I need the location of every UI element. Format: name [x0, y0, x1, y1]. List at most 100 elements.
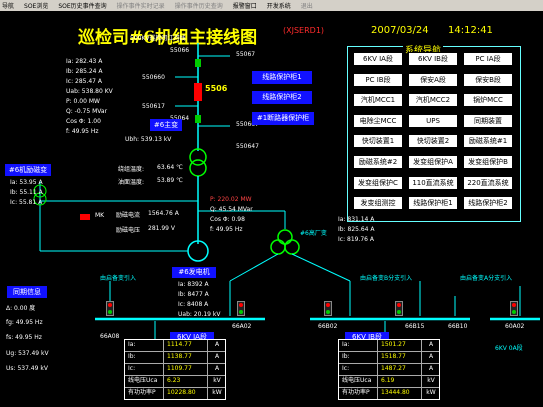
generator-uab: Uab: 20.19 kV — [178, 311, 221, 318]
diagram-canvas: 巡检司#6机组主接线图 (XJSERD1) 2007/03/24 14:12:4… — [0, 11, 543, 407]
mk-label: MK — [95, 212, 105, 219]
table-cell-key: Ib: — [342, 353, 350, 360]
switch-66a02-indicator[interactable] — [237, 301, 245, 316]
menu-item-navigate[interactable]: 导航 — [2, 1, 14, 10]
table-row: Ic: 1109.77 A — [125, 364, 225, 376]
table-cell-unit: kV — [421, 376, 437, 387]
table-cell-value: 13444.80 — [377, 388, 421, 399]
sync-info-title[interactable]: 同期信息 — [7, 286, 47, 298]
table-cell-unit: A — [421, 364, 437, 375]
switch-66b02-indicator[interactable] — [324, 301, 332, 316]
table-row: 有功功率P 10228.80 kW — [125, 388, 225, 399]
sync-us: Us: 537.49 kV — [6, 365, 48, 372]
nav-button[interactable]: 汽机MCC2 — [408, 93, 458, 108]
main-transformer-label[interactable]: #6主变 — [150, 119, 182, 131]
switch-550647: 550647 — [236, 143, 259, 150]
nav-button[interactable]: 发变组保护B — [463, 155, 513, 169]
breaker-protection-button[interactable]: #1断路器保护柜 — [252, 112, 314, 125]
table-cell-unit: A — [207, 364, 223, 375]
line-protection-1-button[interactable]: 线路保护柜1 — [252, 71, 312, 84]
nav-button[interactable]: 保安B段 — [463, 72, 513, 87]
menu-item-alarm-window[interactable]: 报警窗口 — [233, 1, 257, 10]
menu-item-soe-browse[interactable]: SOE浏览 — [24, 1, 48, 10]
excitation-ic: Ic: 55.81 A — [10, 199, 43, 206]
nav-button[interactable]: 110直流系统 — [408, 175, 458, 190]
switch-66a08-indicator[interactable] — [106, 301, 114, 316]
sync-fg: fg: 49.95 Hz — [6, 319, 43, 326]
excitation-ib: Ib: 55.11 A — [10, 189, 43, 196]
field-voltage-value: 281.99 V — [148, 225, 176, 232]
generator-q: Q: 45.54 MVar — [210, 206, 253, 213]
table-cell-value: 1518.77 — [377, 352, 421, 363]
field-voltage-label: 励磁电压 — [116, 227, 141, 234]
nav-button[interactable]: 锅炉MCC — [463, 93, 513, 108]
line-protection-2-button[interactable]: 线路保护柜2 — [252, 91, 312, 104]
line500-q: Q: -0.75 MVar — [66, 108, 108, 115]
table-row: Ib: 1138.77 A — [125, 352, 225, 364]
bus-ib-measurement-table: Ia: 1501.27 A Ib: 1518.77 A Ic: 1487.27 A 线电压Uca 6… — [338, 339, 440, 400]
line500-p: P: 0.00 MW — [66, 98, 100, 105]
menu-item-exit[interactable]: 退出 — [301, 1, 313, 10]
nav-button[interactable]: 励磁系统#1 — [463, 134, 513, 149]
line500-ubh: Ubh: 539.13 kV — [125, 136, 172, 143]
table-row: 线电压Uca 6.23 kV — [125, 376, 225, 388]
nav-button[interactable]: 发变组保护A — [408, 155, 458, 169]
nav-button[interactable]: 汽机MCC1 — [353, 93, 403, 108]
switch-55067: 55067 — [236, 51, 256, 58]
table-cell-value: 1109.77 — [163, 364, 207, 375]
nav-button[interactable]: 6KV IA段 — [353, 52, 403, 66]
menu-item-soe-history[interactable]: SOE历史事件查询 — [58, 1, 106, 10]
generator-cos: Cos Φ: 0.98 — [210, 216, 245, 223]
table-cell-key: 线电压Uca — [128, 377, 158, 384]
switch-66b10-label: 66B10 — [448, 323, 468, 330]
table-cell-value: 1138.77 — [163, 352, 207, 363]
line500-ib: Ib: 285.24 A — [66, 68, 103, 75]
menu-item-dev-system[interactable]: 开发系统 — [267, 1, 291, 10]
switch-550617: 550617 — [142, 103, 165, 110]
nav-button[interactable]: 快切装置1 — [353, 134, 403, 149]
table-cell-unit: kW — [421, 388, 437, 399]
table-row: Ic: 1487.27 A — [339, 364, 439, 376]
table-cell-value: 6.19 — [377, 376, 421, 387]
menu-item-op-history[interactable]: 操作事件历史查询 — [175, 1, 223, 10]
nav-button[interactable]: 线路保护柜1 — [408, 196, 458, 211]
sync-delta: Δ: 0.00 度 — [6, 305, 36, 312]
nav-button[interactable]: 保安A段 — [408, 72, 458, 87]
switch-60a02-indicator[interactable] — [510, 301, 518, 316]
nav-button[interactable]: PC IA段 — [463, 52, 513, 66]
excitation-transformer-label[interactable]: #6机励磁变 — [5, 164, 51, 176]
disconnector-55066-icon[interactable] — [195, 59, 201, 67]
winding-temp-value: 63.64 ℃ — [157, 164, 183, 171]
table-cell-key: Ia: — [128, 341, 136, 348]
standby-feeder-c-label: 由启备变A分支引入 — [460, 275, 513, 282]
disconnector-55064-icon[interactable] — [195, 115, 201, 123]
nav-button[interactable]: 220直流系统 — [463, 175, 513, 190]
generator-ia: Ia: 8392 A — [178, 281, 209, 288]
line500-uab: Uab: 538.80 KV — [66, 88, 113, 95]
standby-feeder-a-label: 由启备变引入 — [100, 275, 137, 282]
nav-button[interactable]: 6KV IB段 — [408, 52, 458, 66]
nav-button[interactable]: 电除尘MCC — [353, 113, 403, 128]
breaker-5506-icon[interactable] — [194, 83, 202, 101]
nav-button[interactable]: 快切装置2 — [408, 134, 458, 149]
standby-feeder-b-label: 由启备变B分支引入 — [360, 275, 413, 282]
line500-ic: Ic: 285.47 A — [66, 78, 103, 85]
nav-button[interactable]: 线路保护柜2 — [463, 196, 513, 211]
menu-item-op-realtime[interactable]: 操作事件实时记录 — [117, 1, 165, 10]
table-row: Ib: 1518.77 A — [339, 352, 439, 364]
mk-switch-icon[interactable] — [80, 214, 90, 220]
table-cell-value: 10228.80 — [163, 388, 207, 399]
generator-p: P: 220.02 MW — [210, 196, 252, 203]
table-cell-key: 有功功率P — [128, 389, 156, 396]
table-cell-unit: A — [421, 340, 437, 351]
table-cell-unit: A — [421, 352, 437, 363]
nav-button[interactable]: 同期装置 — [463, 113, 513, 128]
nav-button[interactable]: 发变组测控 — [353, 196, 403, 211]
nav-button[interactable]: UPS — [408, 113, 458, 128]
table-row: 有功功率P 13444.80 kW — [339, 388, 439, 399]
switch-66b15-indicator[interactable] — [395, 301, 403, 316]
nav-button[interactable]: PC IB段 — [353, 72, 403, 87]
nav-button[interactable]: 励磁系统#2 — [353, 155, 403, 169]
nav-button[interactable]: 发变组保护C — [353, 175, 403, 190]
generator-label[interactable]: #6发电机 — [172, 267, 216, 278]
